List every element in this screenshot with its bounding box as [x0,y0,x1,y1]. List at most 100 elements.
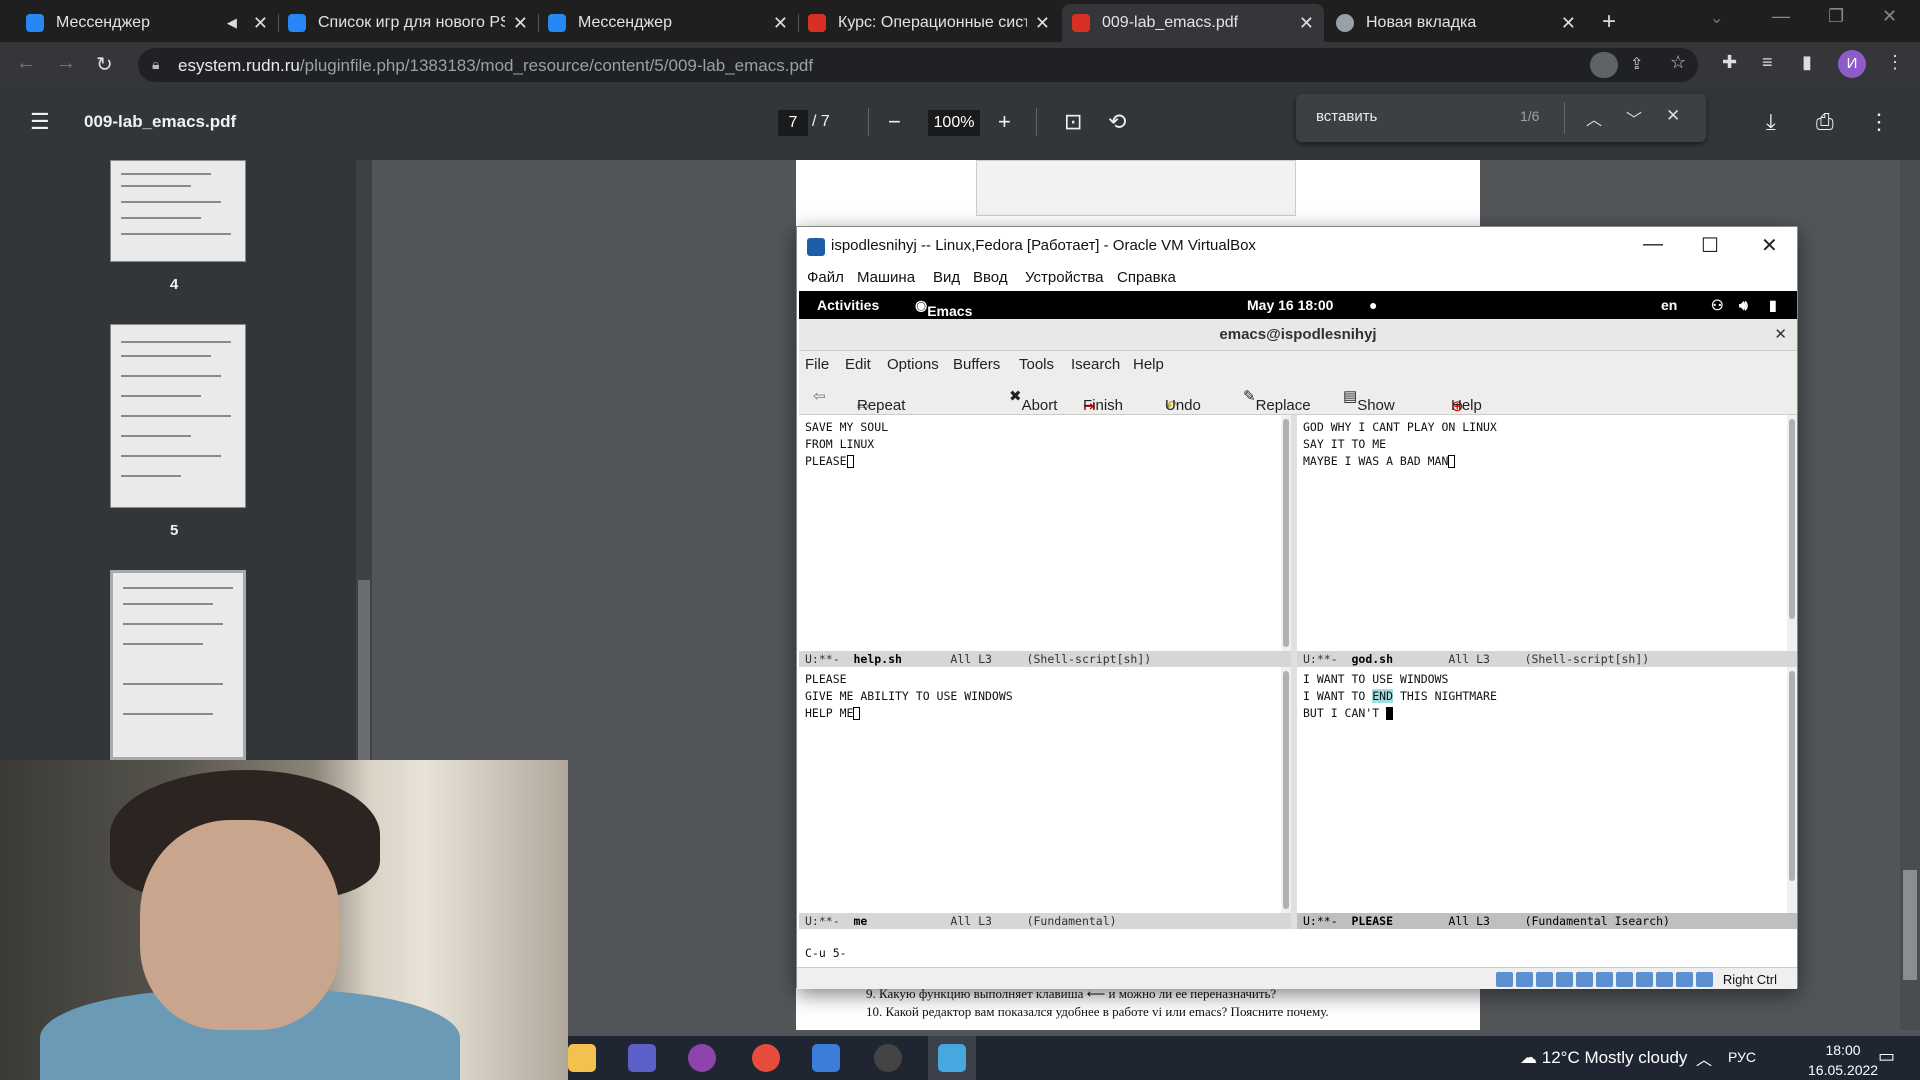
buffer-me[interactable]: PLEASE GIVE ME ABILITY TO USE WINDOWS HELP… [799,667,1281,913]
close-icon[interactable]: ✕ [1561,13,1576,34]
tab-new[interactable]: Новая вкладка ✕ [1326,4,1586,42]
close-icon[interactable]: ✕ [1774,319,1787,351]
rotate-icon[interactable]: ⟲ [1108,109,1126,135]
abort-button[interactable]: ✖ Abort [1009,387,1057,414]
input-language[interactable]: РУС [1728,1049,1756,1065]
battery-icon[interactable]: ▮ [1769,297,1777,314]
network-icon[interactable]: ⚇ [1711,297,1724,314]
chevron-up-icon[interactable]: ︿ [1696,1046,1712,1070]
page-thumbnail-6[interactable] [110,570,246,760]
buffer-help-sh[interactable]: SAVE MY SOUL FROM LINUX PLEASE [799,415,1281,651]
replace-button[interactable]: ✎ Replace [1243,387,1311,414]
minibuffer[interactable]: C-u 5- [799,943,1797,963]
scrollbar[interactable] [1787,667,1797,913]
menu-buffers[interactable]: Buffers [953,356,1000,373]
menu-devices[interactable]: Устройства [1025,269,1103,286]
avatar[interactable]: И [1838,50,1866,78]
close-icon[interactable]: ✕ [1666,106,1680,126]
page-number-input[interactable]: 7 [778,110,808,136]
weather-widget[interactable]: ☁︎ 12°C Mostly cloudy [1520,1048,1687,1068]
tab-messenger-1[interactable]: Мессенджер ◀︎ ✕ [16,4,278,42]
emacs-titlebar[interactable]: emacs@ispodlesnihyj ✕ [799,319,1797,351]
volume-icon[interactable]: 🔊︎ [1739,297,1748,314]
close-icon[interactable]: ✕ [1761,233,1778,258]
close-icon[interactable]: ✕ [1299,13,1314,34]
menu-file[interactable]: Файл [807,269,844,286]
show-hits-button[interactable]: ▤Show Hits [1343,387,1395,431]
menu-options[interactable]: Options [887,356,939,373]
minimize-icon[interactable]: — [1643,233,1663,256]
file-explorer-icon[interactable] [568,1044,596,1072]
keyboard-layout[interactable]: en [1661,297,1677,313]
close-icon[interactable]: ✕ [513,13,528,34]
reload-icon[interactable]: ↻ [96,52,113,77]
teams-icon[interactable] [628,1044,656,1072]
menu-tools[interactable]: Tools [1019,356,1054,373]
restore-icon[interactable]: ❐ [1828,6,1844,27]
mute-icon[interactable]: ◀︎ [227,15,237,31]
buffer-god-sh[interactable]: GOD WHY I CANT PLAY ON LINUX SAY IT TO ME… [1297,415,1787,651]
menu-machine[interactable]: Машина [857,269,915,286]
extensions-icon[interactable]: ✚ [1722,52,1737,73]
close-icon[interactable]: ✕ [773,13,788,34]
scrollbar[interactable] [1281,667,1291,913]
app-menu[interactable]: ◉ Emacs [915,297,972,319]
menu-help[interactable]: Help [1133,356,1164,373]
minimize-icon[interactable]: — [1772,6,1790,27]
clock[interactable]: 18:00 16.05.2022 [1808,1040,1878,1080]
more-icon[interactable]: ⋮ [1868,109,1890,135]
url-text[interactable]: esystem.rudn.ru/pluginfile.php/1383183/m… [178,56,813,76]
chevron-up-icon[interactable]: ︿ [1586,106,1602,130]
main-scroll-thumb[interactable] [1903,870,1917,980]
tab-games-list[interactable]: Список игр для нового PS ✕ [278,4,538,42]
menu-icon[interactable]: ⋮ [1886,52,1904,73]
scrollbar[interactable] [1787,415,1797,651]
obs-icon[interactable] [874,1044,902,1072]
share-icon[interactable]: ⇪ [1630,54,1643,74]
hamburger-menu-icon[interactable]: ☰ [30,109,50,135]
menu-edit[interactable]: Edit [845,356,871,373]
zoom-in-icon[interactable]: + [998,109,1011,135]
activities-button[interactable]: Activities [817,297,879,313]
notifications-icon[interactable]: ▭ [1878,1046,1895,1067]
download-icon[interactable]: ⤓ [1766,109,1776,135]
side-panel-icon[interactable]: ▮ [1802,52,1812,73]
repeat-backward-icon[interactable]: ⇦ [813,387,826,405]
chevron-down-icon[interactable]: ﹀ [1626,106,1642,130]
back-icon[interactable]: ← [16,52,36,75]
new-tab-button[interactable]: + [1602,8,1616,36]
close-window-icon[interactable]: ✕ [1882,6,1897,27]
search-page-icon[interactable] [1590,52,1618,78]
menu-isearch[interactable]: Isearch [1071,356,1120,373]
media-icon[interactable]: ≡ [1762,52,1773,73]
tab-search-icon[interactable]: ⌄ [1710,8,1723,28]
page-thumbnail-5[interactable] [110,324,246,508]
virtualbox-icon[interactable] [812,1044,840,1072]
fit-page-icon[interactable]: ⊡ [1064,109,1082,135]
tab-course[interactable]: Курс: Операционные сист ✕ [798,4,1060,42]
buffer-please[interactable]: I WANT TO USE WINDOWS I WANT TO END THIS … [1297,667,1787,913]
scrollbar[interactable] [1281,415,1291,651]
page-thumbnail-4[interactable] [110,160,246,262]
find-input[interactable]: вставить [1316,108,1377,125]
address-bar[interactable]: 🔒︎ esystem.rudn.ru/pluginfile.php/138318… [138,48,1698,82]
menu-view[interactable]: Вид [933,269,960,286]
menu-file[interactable]: File [805,356,829,373]
close-icon[interactable]: ✕ [1035,13,1050,34]
tab-messenger-2[interactable]: Мессенджер ✕ [538,4,798,42]
sidebar-scroll-thumb[interactable] [358,580,370,760]
virtualbox-titlebar[interactable]: ispodlesnihyj -- Linux,Fedora [Работает]… [797,227,1797,265]
forward-icon[interactable]: → [56,52,76,75]
star-icon[interactable]: ☆ [1670,52,1686,73]
clock[interactable]: May 16 18:00 [1247,297,1333,313]
menu-help[interactable]: Справка [1117,269,1176,286]
zoom-out-icon[interactable]: − [888,109,901,135]
maximize-icon[interactable]: ☐ [1701,233,1719,258]
zoom-input[interactable]: 100% [928,110,980,136]
close-icon[interactable]: ✕ [253,13,268,34]
tab-pdf[interactable]: 009-lab_emacs.pdf ✕ [1062,4,1324,42]
chrome-icon[interactable] [752,1044,780,1072]
print-icon[interactable]: ⎙ [1816,109,1834,135]
github-desktop-icon[interactable] [688,1044,716,1072]
menu-input[interactable]: Ввод [973,269,1008,286]
